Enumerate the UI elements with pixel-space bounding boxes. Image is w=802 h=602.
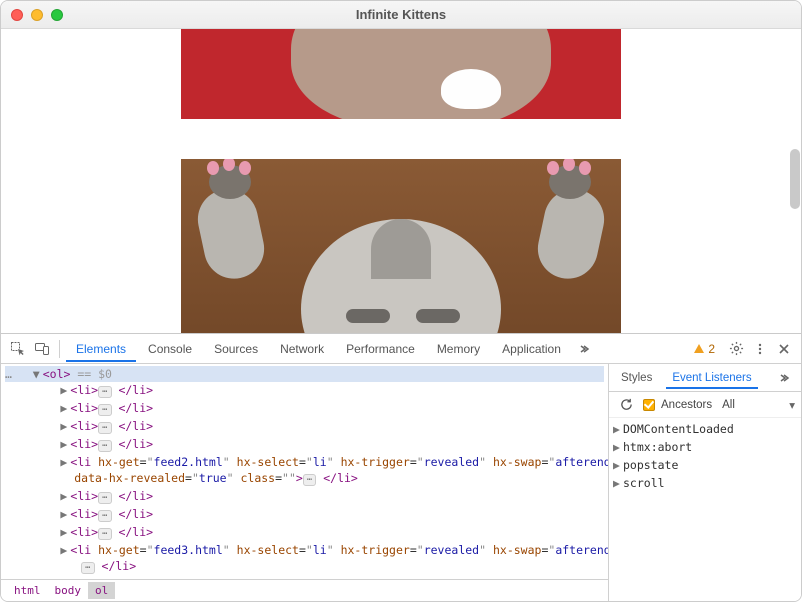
side-tab-event-listeners[interactable]: Event Listeners — [666, 367, 757, 389]
side-tab-styles[interactable]: Styles — [615, 367, 658, 389]
breadcrumb-item[interactable]: ol — [88, 582, 115, 599]
event-listener-row[interactable]: ▶htmx:abort — [613, 438, 797, 456]
tab-console[interactable]: Console — [138, 336, 202, 362]
page-viewport[interactable] — [1, 29, 801, 333]
side-tabbar: Styles Event Listeners — [609, 364, 801, 392]
dom-line[interactable]: ⋯ </li> — [5, 558, 604, 576]
app-window: Infinite Kittens — [0, 0, 802, 602]
tab-memory[interactable]: Memory — [427, 336, 490, 362]
devtools-panel: Elements Console Sources Network Perform… — [1, 333, 801, 601]
chevron-down-icon: ▾ — [789, 398, 795, 412]
feed-image — [181, 159, 621, 333]
feed-image — [181, 29, 621, 119]
dom-line[interactable]: ▶<li>⋯ </li> — [5, 524, 604, 542]
dom-line[interactable]: … ▼<ol> == $0 — [5, 366, 604, 382]
refresh-icon[interactable] — [615, 394, 637, 416]
warning-icon — [694, 344, 704, 353]
breadcrumb: html body ol — [1, 579, 608, 601]
page-scrollbar[interactable] — [790, 149, 800, 209]
more-side-tabs-icon[interactable] — [773, 367, 795, 389]
kebab-menu-icon[interactable] — [749, 338, 771, 360]
event-listener-row[interactable]: ▶scroll — [613, 474, 797, 492]
listeners-toolbar: Ancestors All ▾ — [609, 392, 801, 418]
event-listeners-list[interactable]: ▶DOMContentLoaded▶htmx:abort▶popstate▶sc… — [609, 418, 801, 601]
dom-line[interactable]: data-hx-revealed="true" class="">⋯ </li> — [5, 470, 604, 488]
devtools-body: … ▼<ol> == $0 ▶<li>⋯ </li> ▶<li>⋯ </li> … — [1, 364, 801, 601]
dom-tree[interactable]: … ▼<ol> == $0 ▶<li>⋯ </li> ▶<li>⋯ </li> … — [1, 364, 608, 579]
inspect-element-icon[interactable] — [7, 338, 29, 360]
warning-count: 2 — [708, 342, 715, 356]
warnings-badge[interactable]: 2 — [694, 342, 715, 356]
event-listener-row[interactable]: ▶popstate — [613, 456, 797, 474]
breadcrumb-item[interactable]: html — [7, 582, 48, 599]
close-devtools-icon[interactable] — [773, 338, 795, 360]
devtools-tabbar: Elements Console Sources Network Perform… — [1, 334, 801, 364]
settings-icon[interactable] — [725, 338, 747, 360]
dom-line[interactable]: ▶<li hx-get="feed3.html" hx-select="li" … — [5, 542, 604, 558]
dom-line[interactable]: ▶<li>⋯ </li> — [5, 382, 604, 400]
breadcrumb-item[interactable]: body — [48, 582, 89, 599]
dom-panel: … ▼<ol> == $0 ▶<li>⋯ </li> ▶<li>⋯ </li> … — [1, 364, 609, 601]
ancestors-checkbox[interactable] — [643, 399, 655, 411]
content-area: Elements Console Sources Network Perform… — [1, 29, 801, 601]
tab-elements[interactable]: Elements — [66, 336, 136, 362]
more-tabs-icon[interactable] — [573, 338, 595, 360]
styles-panel: Styles Event Listeners Ancestors All ▾ ▶… — [609, 364, 801, 601]
dom-line[interactable]: ▶<li>⋯ </li> — [5, 436, 604, 454]
device-toolbar-icon[interactable] — [31, 338, 53, 360]
ancestors-label: Ancestors — [661, 399, 712, 411]
tab-performance[interactable]: Performance — [336, 336, 425, 362]
titlebar: Infinite Kittens — [1, 1, 801, 29]
dom-line[interactable]: ▶<li>⋯ </li> — [5, 400, 604, 418]
dom-line[interactable]: ▶<li hx-get="feed2.html" hx-select="li" … — [5, 454, 604, 470]
listener-scope-select[interactable]: All — [722, 399, 735, 411]
dom-line[interactable]: ▶<li>⋯ </li> — [5, 418, 604, 436]
tab-network[interactable]: Network — [270, 336, 334, 362]
image-feed — [181, 29, 621, 333]
tab-application[interactable]: Application — [492, 336, 571, 362]
event-listener-row[interactable]: ▶DOMContentLoaded — [613, 420, 797, 438]
dom-line[interactable]: ▶<li>⋯ </li> — [5, 506, 604, 524]
dom-line[interactable]: ▶<li>⋯ </li> — [5, 488, 604, 506]
tab-sources[interactable]: Sources — [204, 336, 268, 362]
window-title: Infinite Kittens — [1, 7, 801, 22]
